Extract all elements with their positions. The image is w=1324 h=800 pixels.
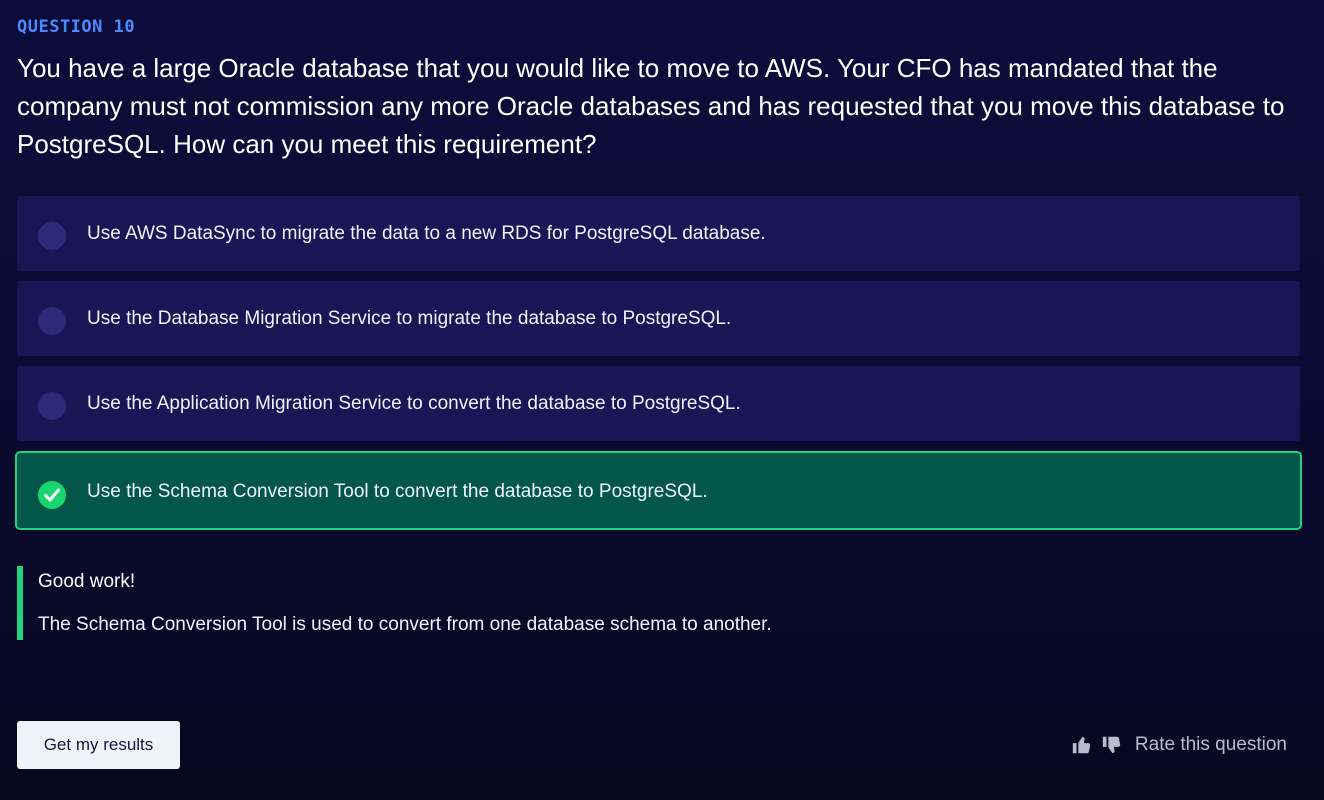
- rate-question-label[interactable]: Rate this question: [1135, 731, 1287, 759]
- answer-option-label: Use AWS DataSync to migrate the data to …: [87, 223, 766, 244]
- answer-option-1[interactable]: Use AWS DataSync to migrate the data to …: [17, 196, 1300, 271]
- feedback-panel: Good work! The Schema Conversion Tool is…: [17, 566, 772, 640]
- radio-circle-icon[interactable]: [38, 392, 66, 420]
- question-text: You have a large Oracle database that yo…: [17, 53, 1285, 159]
- thumbs-down-icon[interactable]: [1101, 734, 1123, 756]
- feedback-title: Good work!: [38, 571, 136, 592]
- answer-option-label: Use the Application Migration Service to…: [87, 393, 741, 414]
- rate-question: Rate this question: [1071, 731, 1287, 759]
- check-circle-icon[interactable]: [38, 481, 66, 509]
- radio-circle-icon[interactable]: [38, 222, 66, 250]
- answer-options: Use AWS DataSync to migrate the data to …: [15, 196, 1302, 540]
- answer-option-label: Use the Database Migration Service to mi…: [87, 308, 732, 329]
- feedback-text: The Schema Conversion Tool is used to co…: [38, 614, 772, 635]
- get-results-button[interactable]: Get my results: [17, 721, 180, 769]
- thumbs-up-icon[interactable]: [1071, 734, 1093, 756]
- answer-option-2[interactable]: Use the Database Migration Service to mi…: [17, 281, 1300, 356]
- radio-circle-icon[interactable]: [38, 307, 66, 335]
- answer-option-4-correct[interactable]: Use the Schema Conversion Tool to conver…: [15, 451, 1302, 530]
- answer-option-label: Use the Schema Conversion Tool to conver…: [87, 481, 708, 502]
- question-number: QUESTION 10: [17, 17, 136, 37]
- answer-option-3[interactable]: Use the Application Migration Service to…: [17, 366, 1300, 441]
